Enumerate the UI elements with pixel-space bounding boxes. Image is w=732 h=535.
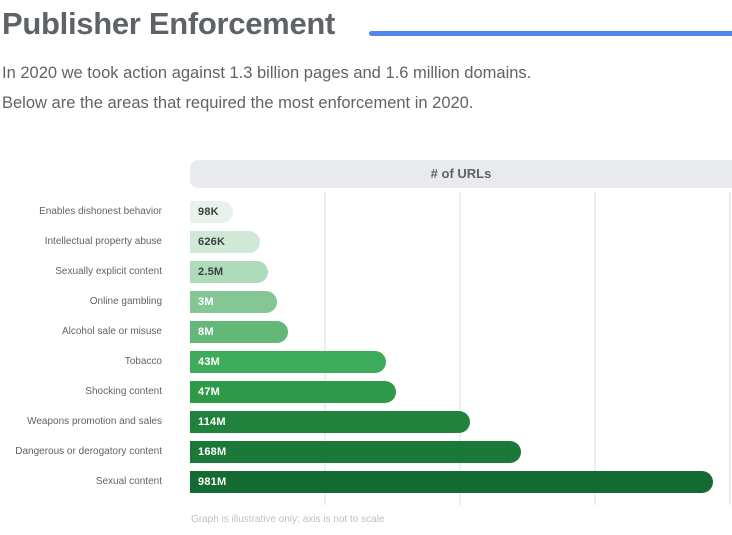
- category-label: Shocking content: [0, 381, 162, 403]
- bar: 626K: [190, 231, 260, 253]
- bar: 47M: [190, 381, 396, 403]
- bar-value-label: 43M: [190, 351, 386, 373]
- subtitle-line-1: In 2020 we took action against 1.3 billi…: [2, 64, 531, 83]
- bar: 2.5M: [190, 261, 268, 283]
- bar-value-label: 114M: [190, 411, 470, 433]
- bar-value-label: 3M: [190, 291, 277, 313]
- chart-row: Enables dishonest behavior 98K: [0, 201, 732, 223]
- bar-value-label: 981M: [190, 471, 713, 493]
- publisher-enforcement-infographic: Publisher Enforcement In 2020 we took ac…: [0, 0, 732, 535]
- page-title: Publisher Enforcement: [2, 6, 335, 42]
- chart-column-header: # of URLs: [190, 160, 732, 188]
- category-label: Weapons promotion and sales: [0, 411, 162, 433]
- bar-value-label: 168M: [190, 441, 521, 463]
- category-label: Dangerous or derogatory content: [0, 441, 162, 463]
- bar: 114M: [190, 411, 470, 433]
- chart-row: Intellectual property abuse 626K: [0, 231, 732, 253]
- chart-row: Tobacco 43M: [0, 351, 732, 373]
- bar: 3M: [190, 291, 277, 313]
- chart-row: Online gambling 3M: [0, 291, 732, 313]
- bar: 43M: [190, 351, 386, 373]
- bar: 8M: [190, 321, 288, 343]
- bar: 168M: [190, 441, 521, 463]
- category-label: Sexually explicit content: [0, 261, 162, 283]
- bar: 981M: [190, 471, 713, 493]
- category-label: Alcohol sale or misuse: [0, 321, 162, 343]
- bar-value-label: 98K: [190, 201, 233, 223]
- subtitle-line-2: Below are the areas that required the mo…: [2, 94, 473, 113]
- chart-row: Alcohol sale or misuse 8M: [0, 321, 732, 343]
- category-label: Intellectual property abuse: [0, 231, 162, 253]
- bar-value-label: 8M: [190, 321, 288, 343]
- chart-row: Shocking content 47M: [0, 381, 732, 403]
- category-label: Enables dishonest behavior: [0, 201, 162, 223]
- title-accent-rule: [369, 31, 732, 36]
- chart-row: Sexually explicit content 2.5M: [0, 261, 732, 283]
- bar-value-label: 47M: [190, 381, 396, 403]
- bar-value-label: 2.5M: [190, 261, 268, 283]
- bar-value-label: 626K: [190, 231, 260, 253]
- category-label: Online gambling: [0, 291, 162, 313]
- category-label: Tobacco: [0, 351, 162, 373]
- chart-row: Sexual content 981M: [0, 471, 732, 493]
- bar: 98K: [190, 201, 233, 223]
- chart-row: Dangerous or derogatory content 168M: [0, 441, 732, 463]
- chart-footnote: Graph is illustrative only; axis is not …: [191, 514, 384, 525]
- chart-row: Weapons promotion and sales 114M: [0, 411, 732, 433]
- category-label: Sexual content: [0, 471, 162, 493]
